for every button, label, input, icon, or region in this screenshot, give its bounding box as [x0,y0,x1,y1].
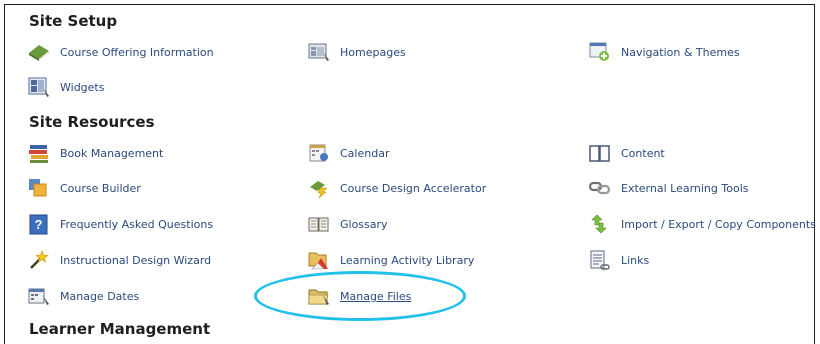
calendar-icon [307,142,331,164]
import-export-arrows-icon [588,213,612,235]
tool-external-learning-tools[interactable]: External Learning Tools [588,177,748,199]
book-icon [27,41,51,63]
tool-label: Manage Dates [60,289,140,303]
section-heading-learner-management: Learner Management [29,320,211,338]
magic-wand-icon [27,249,51,271]
svg-text:?: ? [35,217,43,232]
open-book-icon [588,142,612,164]
tool-book-management[interactable]: Book Management [27,142,163,164]
tool-label: Learning Activity Library [340,253,475,267]
tool-label: Calendar [340,146,390,160]
tool-label: Glossary [340,217,388,231]
tool-learning-activity-library[interactable]: Learning Activity Library [307,249,474,271]
chain-link-icon [588,177,612,199]
tool-course-builder[interactable]: Course Builder [27,177,141,199]
tool-manage-files[interactable]: Manage Files [307,285,411,307]
tool-navigation-themes[interactable]: Navigation & Themes [588,41,740,63]
navigation-themes-icon [588,41,612,63]
tool-course-offering-information[interactable]: Course Offering Information [27,41,214,63]
tool-label: Course Builder [60,181,141,195]
tool-instructional-design-wizard[interactable]: Instructional Design Wizard [27,249,211,271]
homepage-layout-icon [307,41,331,63]
section-heading-site-resources: Site Resources [29,113,155,131]
manage-dates-icon [27,285,51,307]
tool-label: Instructional Design Wizard [60,253,212,267]
tool-label: Course Design Accelerator [340,181,487,195]
folder-icon [307,285,331,307]
tool-content[interactable]: Content [588,142,665,164]
tool-label: Frequently Asked Questions [60,217,214,231]
question-mark-icon: ? [27,213,51,235]
activity-library-icon [307,249,331,271]
tool-label: Homepages [340,45,406,59]
tool-import-export-copy-components[interactable]: Import / Export / Copy Components [588,213,816,235]
tool-label: Book Management [60,146,164,160]
tool-label: External Learning Tools [621,181,749,195]
tool-label: Links [621,253,650,267]
widgets-icon [27,76,51,98]
accelerator-icon [307,177,331,199]
tool-label: Navigation & Themes [621,45,740,59]
tool-label: Import / Export / Copy Components [621,217,816,231]
links-page-icon [588,249,612,271]
tool-calendar[interactable]: Calendar [307,142,389,164]
glossary-book-icon [307,213,331,235]
tool-manage-dates[interactable]: Manage Dates [27,285,139,307]
tool-label: Widgets [60,80,105,94]
books-stack-icon [27,142,51,164]
tool-widgets[interactable]: Widgets [27,76,104,98]
tool-label: Manage Files [340,289,412,303]
section-heading-site-setup: Site Setup [29,12,118,30]
tool-links[interactable]: Links [588,249,649,271]
course-builder-icon [27,177,51,199]
tool-label: Course Offering Information [60,45,214,59]
tool-label: Content [621,146,665,160]
tool-homepages[interactable]: Homepages [307,41,406,63]
tool-glossary[interactable]: Glossary [307,213,388,235]
tool-course-design-accelerator[interactable]: Course Design Accelerator [307,177,486,199]
tool-frequently-asked-questions[interactable]: ? Frequently Asked Questions [27,213,213,235]
